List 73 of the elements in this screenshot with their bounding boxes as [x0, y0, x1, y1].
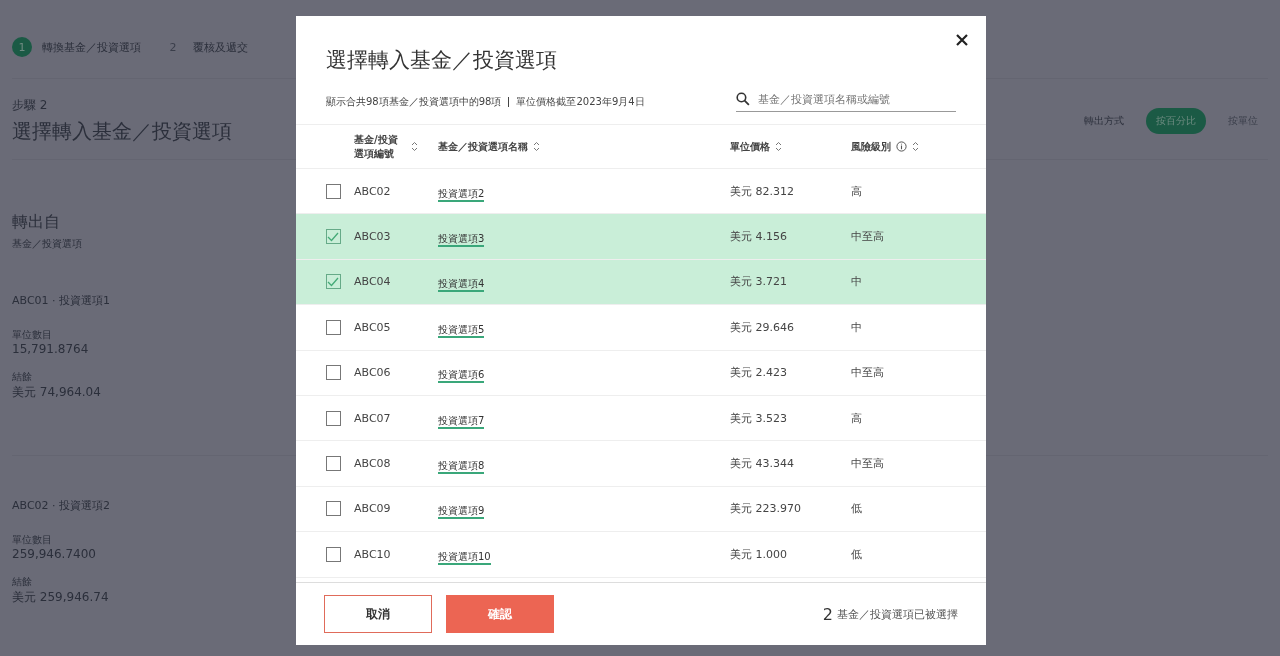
units-value: 15,791.8764 — [12, 342, 89, 356]
checkbox[interactable] — [325, 365, 341, 381]
table-cell-text: 中 — [851, 319, 863, 335]
sort-icon — [533, 141, 540, 152]
close-icon — [956, 34, 968, 46]
table-cell-text: ABC03 — [354, 230, 392, 244]
close-button[interactable] — [954, 32, 970, 48]
table-cell-text: 低 — [851, 501, 863, 517]
cancel-button[interactable]: 取消 — [324, 595, 432, 633]
fund-link[interactable]: 投資選項8 — [438, 460, 485, 475]
sort-icon — [411, 141, 418, 152]
checkbox[interactable] — [325, 183, 341, 199]
table-cell-text: 中至高 — [851, 229, 885, 245]
table-cell-text: 中 — [851, 274, 863, 290]
column-header[interactable]: 單位價格 — [730, 139, 851, 154]
table-cell-text: 低 — [851, 546, 863, 562]
table-cell-text: 中至高 — [851, 456, 885, 472]
table-cell-text: ABC08 — [354, 457, 392, 471]
table-cell-text: 美元 2.423 — [730, 365, 788, 381]
sort-icon — [775, 141, 782, 152]
fund-link[interactable]: 投資選項4 — [438, 278, 485, 293]
table-row[interactable]: ABC04 投資選項4 美元 3.721 中 — [296, 259, 986, 306]
results-info: 顯示合共98項基金／投資選項中的98項 — [326, 95, 502, 109]
table-cell-text: 美元 4.156 — [730, 229, 788, 245]
price-date-note: 單位價格截至2023年9月4日 — [516, 95, 645, 109]
table-cell-text: ABC10 — [354, 547, 392, 561]
fund-link[interactable]: 投資選項9 — [438, 505, 485, 520]
table-cell-text: ABC06 — [354, 366, 392, 380]
table-cell-text: 美元 3.721 — [730, 274, 788, 290]
table-cell-text: 美元 29.646 — [730, 319, 795, 335]
fund-link[interactable]: 投資選項2 — [438, 187, 485, 202]
table-row[interactable]: ABC03 投資選項3 美元 4.156 中至高 — [296, 214, 986, 260]
fund-link[interactable]: 投資選項7 — [438, 414, 485, 429]
checkbox[interactable] — [325, 501, 341, 517]
table-cell-text: 美元 223.970 — [730, 501, 802, 517]
selected-count-text: 基金／投資選項已被選擇 — [837, 606, 958, 622]
table-cell-text: 高 — [851, 410, 863, 426]
info-icon — [896, 141, 907, 152]
page-title: 選擇轉入基金／投資選項 — [12, 118, 232, 145]
table-cell-text: 美元 1.000 — [730, 546, 788, 562]
modal-title: 選擇轉入基金／投資選項 — [326, 47, 557, 74]
checkbox[interactable] — [325, 319, 341, 335]
fund-link[interactable]: 投資選項6 — [438, 369, 485, 384]
section-title: 轉出自 — [12, 212, 60, 233]
table-cell-text: ABC05 — [354, 320, 392, 334]
balance-value: 美元 259,946.74 — [12, 589, 109, 606]
checkbox[interactable] — [325, 229, 341, 245]
sort-icon — [912, 141, 919, 152]
checkbox[interactable] — [325, 546, 341, 562]
table-cell-text: ABC02 — [354, 184, 392, 198]
table-cell-text: ABC04 — [354, 275, 392, 289]
table-cell-text: ABC09 — [354, 502, 392, 516]
checkbox[interactable] — [325, 274, 341, 290]
table-cell-text: 美元 43.344 — [730, 456, 795, 472]
checkbox[interactable] — [325, 410, 341, 426]
search-icon — [736, 92, 750, 106]
fund-link[interactable]: 投資選項3 — [438, 233, 485, 248]
step-number: 1 — [12, 37, 32, 57]
column-header[interactable]: 基金／投資選項名稱 — [438, 139, 730, 154]
fund-link[interactable]: 投資選項10 — [438, 550, 491, 565]
table-cell-text: ABC07 — [354, 411, 392, 425]
selected-count: 2 — [822, 604, 833, 624]
column-header[interactable]: 基金/投資選項編號 — [354, 132, 438, 161]
checkbox[interactable] — [325, 456, 341, 472]
balance-value: 美元 74,964.04 — [12, 384, 101, 401]
units-value: 259,946.7400 — [12, 547, 96, 561]
table-cell-text: 美元 82.312 — [730, 183, 795, 199]
column-header[interactable]: 風險級別 — [851, 139, 971, 154]
fund-link[interactable]: 投資選項5 — [438, 323, 485, 338]
separator-bar — [508, 97, 510, 107]
table-cell-text: 中至高 — [851, 365, 885, 381]
table-cell-text: 高 — [851, 183, 863, 199]
table-cell-text: 美元 3.523 — [730, 410, 788, 426]
